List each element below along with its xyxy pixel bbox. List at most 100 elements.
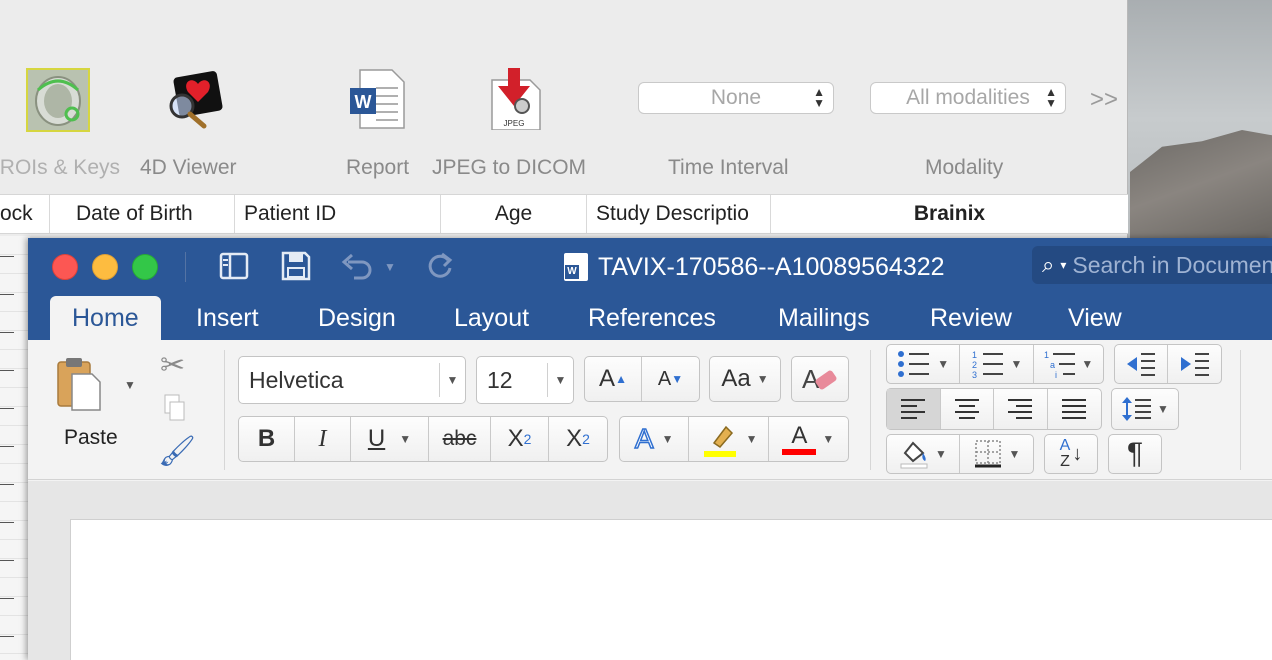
tab-review[interactable]: Review bbox=[908, 296, 1034, 340]
paste-icon[interactable] bbox=[56, 356, 102, 412]
copy-icon[interactable] bbox=[164, 394, 186, 422]
text-format-group: B I U ▼ abc X2 X2 bbox=[238, 416, 608, 462]
cut-icon[interactable]: ✂ bbox=[160, 348, 185, 383]
list-group: ▼ 123 ▼ 1ai ▼ bbox=[886, 344, 1104, 384]
bullets-button[interactable]: ▼ bbox=[887, 345, 961, 383]
tab-view[interactable]: View bbox=[1046, 296, 1144, 340]
chevron-down-icon: ▼ bbox=[661, 432, 674, 446]
align-left-button[interactable] bbox=[887, 389, 941, 429]
justify-icon bbox=[1062, 399, 1087, 419]
text-effects-button[interactable]: A ▼ bbox=[620, 417, 690, 461]
toolbar-overflow-icon[interactable]: >> bbox=[1090, 86, 1118, 114]
justify-button[interactable] bbox=[1048, 389, 1102, 429]
font-name-combobox[interactable]: Helvetica ▼ bbox=[238, 356, 466, 404]
font-color-glyph: A bbox=[791, 422, 808, 449]
align-center-button[interactable] bbox=[941, 389, 994, 429]
chevron-down-icon: ▼ bbox=[756, 372, 769, 386]
minimize-window-button[interactable] bbox=[92, 254, 118, 280]
underline-button[interactable]: U ▼ bbox=[351, 417, 429, 461]
undo-dropdown-icon[interactable]: ▼ bbox=[384, 260, 396, 292]
chevron-down-icon[interactable]: ▼ bbox=[439, 363, 465, 397]
column-lock[interactable]: ock bbox=[0, 195, 50, 233]
sort-button[interactable]: AZ ↓ bbox=[1044, 434, 1098, 474]
column-study-description[interactable]: Study Descriptio bbox=[587, 195, 771, 233]
format-painter-icon[interactable]: 🖌 bbox=[158, 434, 196, 469]
svg-text:i: i bbox=[1055, 370, 1057, 378]
numbering-icon: 123 bbox=[972, 350, 1003, 378]
document-title: W TAVIX-170586--A10089564322 bbox=[564, 250, 945, 284]
arrow-down-icon: ↓ bbox=[1072, 442, 1083, 465]
grow-arrow-icon: ▲ bbox=[615, 372, 627, 386]
font-size-grow-shrink-group: A ▲ A ▼ bbox=[584, 356, 700, 402]
tab-home[interactable]: Home bbox=[50, 296, 161, 340]
search-in-document-field[interactable]: ⌕ ▾ Search in Document bbox=[1032, 246, 1272, 284]
time-interval-select[interactable]: None ▲ ▼ bbox=[638, 82, 834, 114]
shrink-font-glyph: A bbox=[657, 367, 672, 390]
document-page[interactable] bbox=[70, 519, 1272, 660]
bold-button[interactable]: B bbox=[239, 417, 295, 461]
shading-borders-group: ▼ ▼ bbox=[886, 434, 1034, 474]
subscript-button[interactable]: X2 bbox=[491, 417, 549, 461]
grow-font-button[interactable]: A ▲ bbox=[585, 357, 642, 401]
updown-chevron-icon: ▲ ▼ bbox=[1045, 85, 1057, 110]
tab-references[interactable]: References bbox=[566, 296, 738, 340]
change-case-glyph: Aa bbox=[721, 365, 751, 392]
jpeg-to-dicom-icon: JPEG bbox=[486, 66, 550, 131]
ribbon-tabs: Home Insert Design Layout References Mai… bbox=[28, 296, 1272, 340]
decrease-indent-button[interactable] bbox=[1115, 345, 1169, 383]
column-patient-id[interactable]: Patient ID bbox=[235, 195, 441, 233]
document-title-text: TAVIX-170586--A10089564322 bbox=[598, 252, 945, 281]
font-size-combobox[interactable]: 12 ▼ bbox=[476, 356, 574, 404]
modality-select[interactable]: All modalities ▲ ▼ bbox=[870, 82, 1066, 114]
multilevel-list-button[interactable]: 1ai ▼ bbox=[1034, 345, 1103, 383]
word-window[interactable]: ▼ W TAVIX-170586--A10089564322 ⌕ ▾ Searc… bbox=[28, 238, 1272, 660]
tab-layout[interactable]: Layout bbox=[432, 296, 551, 340]
superscript-button[interactable]: X2 bbox=[549, 417, 607, 461]
text-color-group: A ▼ ▼ A ▼ bbox=[619, 416, 849, 462]
line-spacing-button[interactable]: ▼ bbox=[1111, 388, 1179, 430]
column-date-of-birth[interactable]: Date of Birth bbox=[50, 195, 235, 233]
shading-button[interactable]: ▼ bbox=[887, 435, 960, 473]
sidebar-toggle-icon[interactable] bbox=[218, 250, 250, 282]
paste-options-chevron-icon[interactable]: ▼ bbox=[124, 378, 136, 392]
change-case-button[interactable]: Aa ▼ bbox=[709, 356, 781, 402]
close-window-button[interactable] bbox=[52, 254, 78, 280]
sort-top-glyph: A bbox=[1059, 437, 1071, 454]
chevron-down-icon: ▼ bbox=[1157, 402, 1169, 416]
shrink-arrow-icon: ▼ bbox=[671, 372, 684, 386]
borders-button[interactable]: ▼ bbox=[960, 435, 1033, 473]
decrease-indent-icon bbox=[1127, 353, 1155, 376]
font-color-button[interactable]: A ▼ bbox=[769, 417, 848, 461]
chevron-down-icon: ▼ bbox=[1081, 357, 1094, 371]
chevron-down-icon: ▼ bbox=[1010, 357, 1023, 371]
search-options-chevron-icon[interactable]: ▾ bbox=[1060, 258, 1066, 272]
numbering-button[interactable]: 123 ▼ bbox=[960, 345, 1034, 383]
paint-bucket-icon bbox=[900, 441, 928, 469]
strikethrough-button[interactable]: abc bbox=[429, 417, 491, 461]
clear-formatting-button[interactable]: A bbox=[791, 356, 849, 402]
document-canvas bbox=[28, 481, 1272, 660]
rois-keys-label: ROIs & Keys bbox=[0, 156, 120, 179]
italic-button[interactable]: I bbox=[295, 417, 351, 461]
highlight-color-button[interactable]: ▼ bbox=[689, 417, 769, 461]
tab-insert[interactable]: Insert bbox=[174, 296, 281, 340]
align-right-button[interactable] bbox=[994, 389, 1048, 429]
tab-mailings[interactable]: Mailings bbox=[756, 296, 892, 340]
maximize-window-button[interactable] bbox=[132, 254, 158, 280]
show-formatting-marks-button[interactable]: ¶ bbox=[1108, 434, 1162, 474]
column-age[interactable]: Age bbox=[441, 195, 587, 233]
align-left-icon bbox=[901, 399, 926, 419]
increase-indent-button[interactable] bbox=[1168, 345, 1221, 383]
chevron-down-icon[interactable]: ▼ bbox=[547, 363, 573, 397]
modality-label: Modality bbox=[925, 156, 1004, 179]
redo-icon[interactable] bbox=[424, 250, 456, 282]
shrink-font-button[interactable]: A ▼ bbox=[642, 357, 699, 401]
chevron-down-icon: ▼ bbox=[937, 357, 950, 371]
tab-design[interactable]: Design bbox=[296, 296, 418, 340]
search-icon: ⌕ bbox=[1042, 252, 1055, 277]
word-document-icon: W bbox=[564, 253, 588, 281]
undo-icon[interactable] bbox=[340, 250, 376, 282]
save-icon[interactable] bbox=[280, 250, 312, 282]
svg-text:a: a bbox=[1050, 360, 1055, 370]
svg-text:2: 2 bbox=[972, 360, 977, 370]
